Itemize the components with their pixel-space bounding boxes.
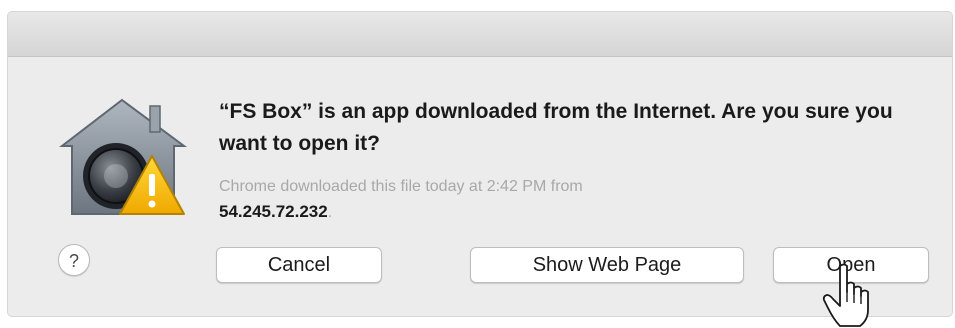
cancel-button[interactable]: Cancel xyxy=(216,247,382,283)
help-button[interactable]: ? xyxy=(58,244,90,276)
dialog-titlebar[interactable] xyxy=(8,12,952,57)
detail-text: Chrome downloaded this file today at 2:4… xyxy=(219,178,583,195)
dialog-headline: “FS Box” is an app downloaded from the I… xyxy=(219,100,893,155)
security-alert-dialog: “FS Box” is an app downloaded from the I… xyxy=(8,12,952,316)
screen: “FS Box” is an app downloaded from the I… xyxy=(0,0,955,328)
show-web-page-button[interactable]: Show Web Page xyxy=(470,247,744,283)
detail-suffix: . xyxy=(327,204,333,221)
hand-pointer-icon xyxy=(822,263,869,327)
dialog-detail: Chrome downloaded this file today at 2:4… xyxy=(219,174,919,225)
gatekeeper-icon xyxy=(59,98,188,215)
download-source: 54.245.72.232 xyxy=(219,202,328,221)
